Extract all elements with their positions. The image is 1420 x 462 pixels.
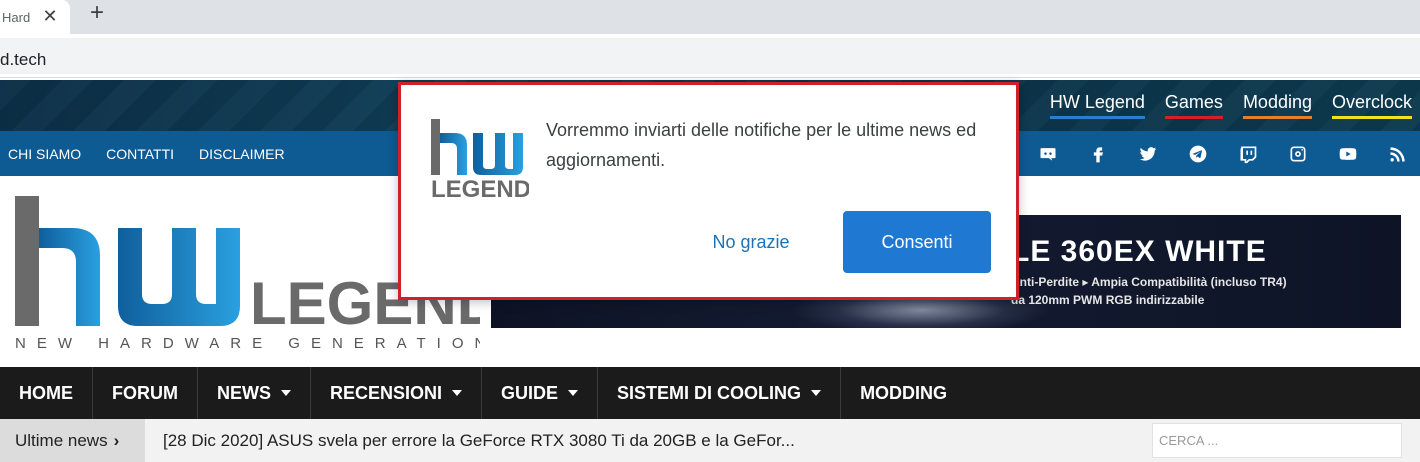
nav-link-disclaimer[interactable]: DISCLAIMER [199,146,285,162]
site-tab-modding[interactable]: Modding [1242,92,1312,119]
dialog-message: Vorremmo inviarti delle notifiche per le… [546,120,977,170]
discord-icon[interactable] [1036,142,1060,166]
caret-down-icon [452,390,463,396]
menu-label: RECENSIONI [330,382,443,403]
caret-down-icon [568,390,579,396]
main-menu: HOME FORUM NEWS RECENSIONI GUIDE SISTEMI… [0,367,1420,419]
caret-down-icon [281,390,291,396]
menu-item-modding[interactable]: MODDING [841,367,966,419]
site-tab-games[interactable]: Games [1164,92,1223,119]
omnibox[interactable]: d.tech [0,38,1420,74]
decline-button[interactable]: No grazie [691,211,811,273]
menu-label: HOME [19,382,73,403]
youtube-icon[interactable] [1336,142,1360,166]
browser-tabbar: Hard ✕ + [0,0,1420,34]
menu-label: NEWS [217,382,271,403]
banner-feature-line-2: da 120mm PWM RGB indirizzabile [1011,293,1205,307]
ticker-label-text: Ultime news [15,430,108,450]
social-links [1036,131,1410,176]
rss-icon[interactable] [1386,142,1410,166]
site-tab-overclock[interactable]: Overclock [1331,92,1412,119]
instagram-icon[interactable] [1286,142,1310,166]
new-tab-icon[interactable]: + [85,1,109,26]
menu-item-sistemi-di-cooling[interactable]: SISTEMI DI COOLING [598,367,842,419]
menu-label: FORUM [112,382,178,403]
menu-item-home[interactable]: HOME [0,367,93,419]
facebook-icon[interactable] [1086,142,1110,166]
address-bar: d.tech [0,34,1420,78]
twitter-icon[interactable] [1136,142,1160,166]
browser-tab[interactable]: Hard ✕ [0,0,70,34]
url-text: d.tech [0,50,47,69]
nav-link-chi-siamo[interactable]: CHI SIAMO [8,146,81,162]
nav-link-contatti[interactable]: CONTATTI [106,146,174,162]
search-input[interactable]: CERCA ... [1152,423,1402,458]
dialog-logo: LEGEND [431,119,529,203]
menu-item-forum[interactable]: FORUM [93,367,198,419]
close-icon[interactable]: ✕ [40,6,60,26]
nav-links: CHI SIAMO CONTATTI DISCLAIMER [8,131,285,176]
site-tab-hw-legend[interactable]: HW Legend [1049,92,1145,119]
banner-feature-line: Anti-Perdite ▸ Ampia Compatibilità (incl… [1011,275,1287,289]
menu-label: MODDING [860,382,948,403]
news-ticker: Ultime news › [28 Dic 2020] ASUS svela p… [0,419,1420,462]
dialog-logo-word: LEGEND [431,176,529,203]
tab-title: Hard [2,9,31,25]
banner-title: LE 360EX WHITE [1011,235,1267,268]
menu-item-guide[interactable]: GUIDE [482,367,599,419]
menu-label: GUIDE [501,382,559,403]
twitch-icon[interactable] [1236,142,1260,166]
telegram-icon[interactable] [1186,142,1210,166]
chevron-right-icon: › [113,430,120,450]
notification-dialog: LEGEND Vorremmo inviarti delle notifiche… [398,82,1019,300]
site-network-tabs: HW Legend Games Modding Overclock [1049,92,1412,119]
menu-item-news[interactable]: NEWS [198,367,311,419]
logo-tagline: NEW HARDWARE GENERATION [15,335,480,352]
menu-label: SISTEMI DI COOLING [617,382,802,403]
ticker-headline[interactable]: [28 Dic 2020] ASUS svela per errore la G… [163,431,795,451]
ticker-label: Ultime news › [0,419,145,462]
menu-item-recensioni[interactable]: RECENSIONI [311,367,483,419]
allow-button[interactable]: Consenti [843,211,991,273]
caret-down-icon [811,390,822,396]
